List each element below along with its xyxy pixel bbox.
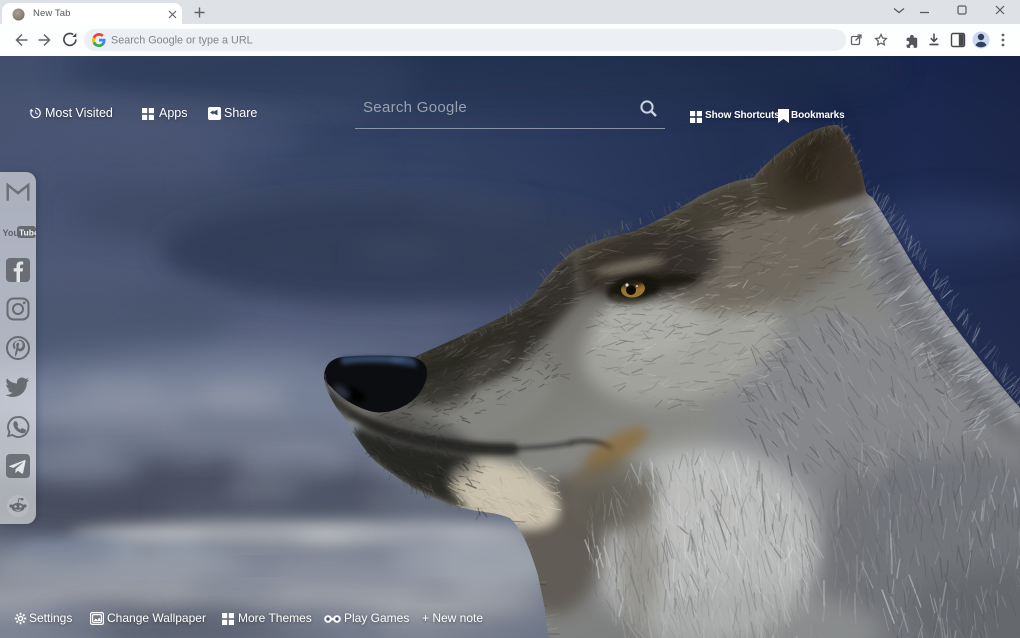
- svg-text:Tube: Tube: [19, 228, 36, 238]
- svg-text:You: You: [3, 228, 19, 238]
- svg-text:Search Google or type a URL: Search Google or type a URL: [111, 35, 253, 47]
